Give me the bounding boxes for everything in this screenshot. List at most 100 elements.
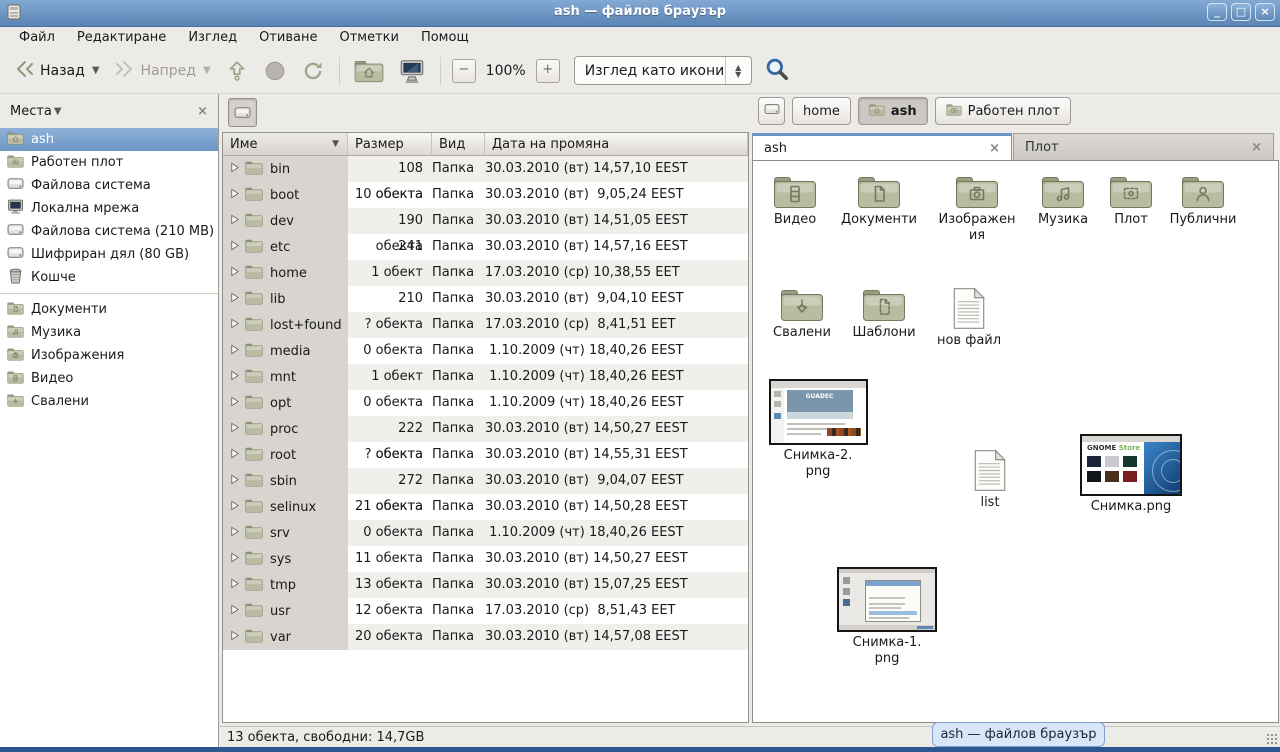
sidebar-close-icon[interactable]: × <box>197 104 208 119</box>
column-header-Име[interactable]: Име▼ <box>223 133 348 156</box>
table-row-selinux[interactable]: selinux21 обектаПапка30.03.2010 (вт) 14,… <box>223 494 748 520</box>
expander-icon[interactable] <box>229 422 240 437</box>
expander-icon[interactable] <box>229 630 240 645</box>
sidebar-item-Файлова система[interactable]: Файлова система <box>0 174 218 197</box>
path-button-Работен плот[interactable]: Работен плот <box>935 97 1071 125</box>
view-mode-select[interactable]: Изглед като икони ▲▼ <box>574 56 752 85</box>
search-button[interactable] <box>764 56 790 86</box>
table-row-tmp[interactable]: tmp13 обектаПапка30.03.2010 (вт) 15,07,2… <box>223 572 748 598</box>
icon-view-item-Снимка-1.-png[interactable]: Снимка-1. png <box>835 567 939 667</box>
resize-grip[interactable] <box>1266 733 1277 744</box>
maximize-button[interactable]: □ <box>1231 3 1251 21</box>
close-button[interactable]: × <box>1255 3 1275 21</box>
table-row-srv[interactable]: srv0 обектаПапка 1.10.2009 (чт) 18,40,26… <box>223 520 748 546</box>
table-row-boot[interactable]: boot10 обектаПапка30.03.2010 (вт) 9,05,2… <box>223 182 748 208</box>
column-header-Дата на промяна[interactable]: Дата на промяна <box>485 133 748 156</box>
table-row-root[interactable]: root? обектаПапка30.03.2010 (вт) 14,55,3… <box>223 442 748 468</box>
up-button[interactable] <box>218 55 256 87</box>
sidebar-item-Кошче[interactable]: Кошче <box>0 266 218 289</box>
icon-view-item-Снимка-2.-png[interactable]: GUADEC Снимка-2. png <box>766 379 870 480</box>
icon-view-item-Плот[interactable]: Плот <box>1090 173 1172 228</box>
icon-view-item-нов-файл[interactable]: нов файл <box>928 287 1010 349</box>
back-dropdown-icon[interactable]: ▼ <box>92 65 100 76</box>
icon-view[interactable]: Видео Документи Изображен ия Музика Плот… <box>752 160 1279 723</box>
table-row-bin[interactable]: bin108 обектаПапка30.03.2010 (вт) 14,57,… <box>223 156 748 182</box>
icon-view-item-Документи[interactable]: Документи <box>838 173 920 228</box>
table-row-dev[interactable]: dev190 обектаПапка30.03.2010 (вт) 14,51,… <box>223 208 748 234</box>
sidebar-item-Локална мрежа[interactable]: Локална мрежа <box>0 197 218 220</box>
sidebar-item-Изображения[interactable]: Изображения <box>0 344 218 367</box>
path-button-home[interactable]: home <box>792 97 851 125</box>
table-row-var[interactable]: var20 обектаПапка30.03.2010 (вт) 14,57,0… <box>223 624 748 650</box>
sidebar-item-Работен плот[interactable]: Работен плот <box>0 151 218 174</box>
icon-view-item-Шаблони[interactable]: Шаблони <box>843 286 925 341</box>
expander-icon[interactable] <box>229 292 240 307</box>
table-row-media[interactable]: media0 обектаПапка 1.10.2009 (чт) 18,40,… <box>223 338 748 364</box>
tab-close-icon[interactable]: × <box>1251 140 1262 155</box>
menu-item-Отиване[interactable]: Отиване <box>248 28 328 47</box>
sidebar-header-dropdown-icon[interactable]: ▼ <box>54 106 62 117</box>
column-header-Вид[interactable]: Вид <box>432 133 485 156</box>
icon-view-item-Видео[interactable]: Видео <box>754 173 836 228</box>
combo-spinner-icon[interactable]: ▲▼ <box>725 57 751 84</box>
sidebar-item-ash[interactable]: ash <box>0 128 218 151</box>
expander-icon[interactable] <box>229 526 240 541</box>
icon-view-item-Публични[interactable]: Публични <box>1161 173 1245 228</box>
tab-Плот[interactable]: Плот× <box>1013 133 1274 161</box>
sidebar-item-Музика[interactable]: Музика <box>0 321 218 344</box>
expander-icon[interactable] <box>229 396 240 411</box>
table-row-sys[interactable]: sys11 обектаПапка30.03.2010 (вт) 14,50,2… <box>223 546 748 572</box>
sidebar-item-Шифриран дял (80 GB)[interactable]: Шифриран дял (80 GB) <box>0 243 218 266</box>
table-row-lib[interactable]: lib210 обектаПапка30.03.2010 (вт) 9,04,1… <box>223 286 748 312</box>
expander-icon[interactable] <box>229 266 240 281</box>
computer-button[interactable] <box>391 54 433 88</box>
expander-icon[interactable] <box>229 214 240 229</box>
icon-view-item-list[interactable]: list <box>949 449 1031 511</box>
table-row-mnt[interactable]: mnt1 обектПапка 1.10.2009 (чт) 18,40,26 … <box>223 364 748 390</box>
expander-icon[interactable] <box>229 370 240 385</box>
expander-icon[interactable] <box>229 448 240 463</box>
column-header-Размер[interactable]: Размер <box>348 133 432 156</box>
tab-close-icon[interactable]: × <box>989 141 1000 156</box>
expander-icon[interactable] <box>229 552 240 567</box>
table-row-usr[interactable]: usr12 обектаПапка17.03.2010 (ср) 8,51,43… <box>223 598 748 624</box>
menu-item-Файл[interactable]: Файл <box>8 28 66 47</box>
path-button-root[interactable] <box>758 97 785 125</box>
zoom-out-button[interactable]: − <box>452 59 476 83</box>
expander-icon[interactable] <box>229 500 240 515</box>
table-row-etc[interactable]: etc241 обектаПапка30.03.2010 (вт) 14,57,… <box>223 234 748 260</box>
icon-view-item-Свалени[interactable]: Свалени <box>761 286 843 341</box>
menu-item-Отметки[interactable]: Отметки <box>328 28 409 47</box>
expander-icon[interactable] <box>229 474 240 489</box>
path-button-filesystem-root[interactable] <box>228 98 257 127</box>
menu-item-Помощ[interactable]: Помощ <box>410 28 480 47</box>
reload-button[interactable] <box>294 55 332 87</box>
table-row-sbin[interactable]: sbin272 обектаПапка30.03.2010 (вт) 9,04,… <box>223 468 748 494</box>
table-row-opt[interactable]: opt0 обектаПапка 1.10.2009 (чт) 18,40,26… <box>223 390 748 416</box>
expander-icon[interactable] <box>229 344 240 359</box>
icon-view-item-Изображен-ия[interactable]: Изображен ия <box>934 173 1020 244</box>
table-row-home[interactable]: home1 обектПапка17.03.2010 (ср) 10,38,55… <box>223 260 748 286</box>
table-row-proc[interactable]: proc222 обектаПапка30.03.2010 (вт) 14,50… <box>223 416 748 442</box>
table-row-lost+found[interactable]: lost+found? обектаПапка17.03.2010 (ср) 8… <box>223 312 748 338</box>
expander-icon[interactable] <box>229 318 240 333</box>
back-button[interactable]: Назад ▼ <box>6 54 107 88</box>
sidebar-item-Видео[interactable]: Видео <box>0 367 218 390</box>
home-button[interactable] <box>347 54 391 87</box>
expander-icon[interactable] <box>229 240 240 255</box>
sidebar-header-label[interactable]: Места <box>10 104 52 119</box>
zoom-in-button[interactable]: + <box>536 59 560 83</box>
sidebar-item-Файлова система (210 MB)[interactable]: Файлова система (210 MB) <box>0 220 218 243</box>
tab-ash[interactable]: ash× <box>752 133 1012 161</box>
minimize-button[interactable]: _ <box>1207 3 1227 21</box>
path-button-ash[interactable]: ash <box>858 97 928 125</box>
expander-icon[interactable] <box>229 188 240 203</box>
icon-view-item-Снимка.png[interactable]: GNOME Store Снимка.png <box>1077 434 1185 515</box>
sidebar-item-Свалени[interactable]: Свалени <box>0 390 218 413</box>
expander-icon[interactable] <box>229 604 240 619</box>
sidebar-item-Документи[interactable]: Документи <box>0 298 218 321</box>
menu-item-Изглед[interactable]: Изглед <box>177 28 248 47</box>
menu-item-Редактиране[interactable]: Редактиране <box>66 28 177 47</box>
expander-icon[interactable] <box>229 162 240 177</box>
expander-icon[interactable] <box>229 578 240 593</box>
